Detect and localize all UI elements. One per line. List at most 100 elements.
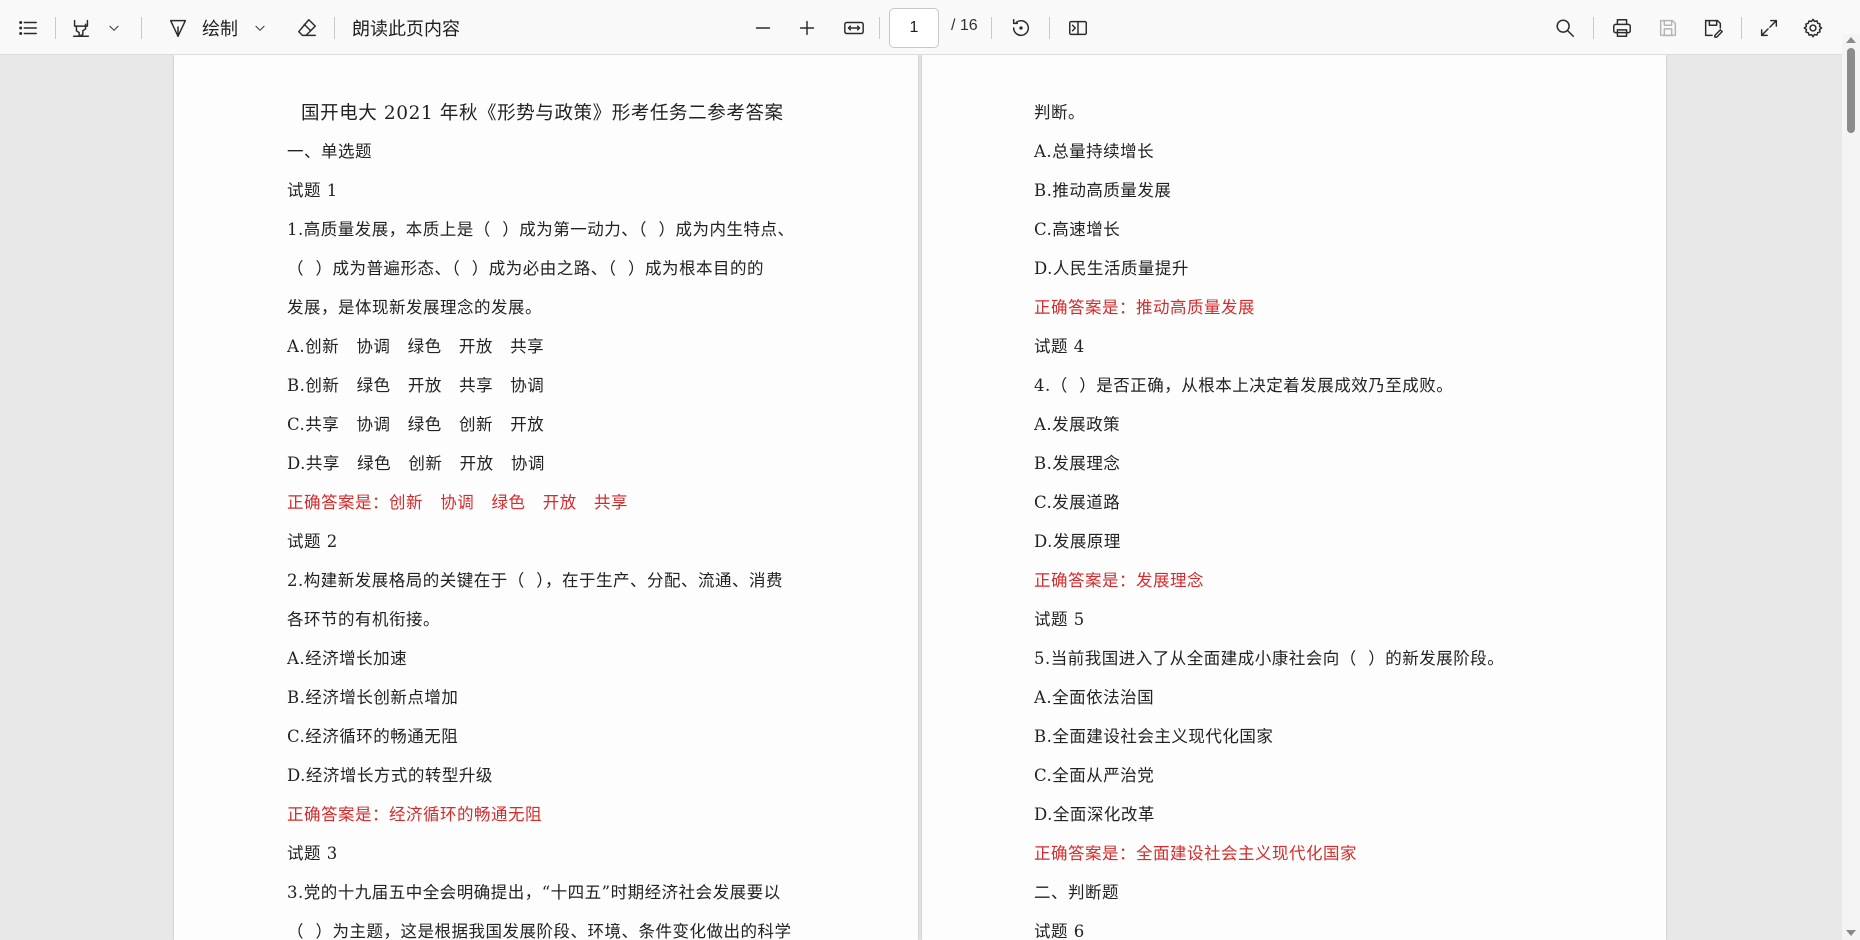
text-line: 试题 3 — [287, 844, 338, 863]
toolbar-divider — [991, 17, 992, 39]
save-as-icon — [1704, 19, 1723, 38]
answer-line: 正确答案是：发展理念 — [1034, 571, 1204, 590]
toolbar-divider — [141, 17, 142, 39]
text-line: C.高速增长 — [1034, 220, 1121, 239]
minus-icon — [755, 27, 771, 29]
highlight-dropdown[interactable] — [104, 10, 124, 46]
text-line: C.共享 协调 绿色 创新 开放 — [287, 415, 545, 434]
toolbar-divider — [879, 17, 880, 39]
text-line: A.全面依法治国 — [1034, 688, 1155, 707]
pen-icon — [169, 19, 187, 37]
text-line: D.人民生活质量提升 — [1034, 259, 1189, 278]
draw-button[interactable]: 绘制 — [200, 10, 240, 46]
text-line: A.总量持续增长 — [1034, 142, 1155, 161]
page-total: / 16 — [951, 17, 978, 34]
answer-line: 正确答案是：全面建设社会主义现代化国家 — [1034, 844, 1357, 863]
text-line: D.发展原理 — [1034, 532, 1121, 551]
rotate-button[interactable] — [1005, 10, 1037, 46]
search-button[interactable] — [1549, 10, 1581, 46]
text-line: 试题 6 — [1034, 922, 1085, 940]
text-line: B.全面建设社会主义现代化国家 — [1034, 727, 1274, 746]
document-title: 国开电大 2021 年秋《形势与政策》形考任务二参考答案 — [301, 103, 784, 124]
scroll-down-arrow-icon[interactable] — [1846, 930, 1856, 936]
text-line: D.全面深化改革 — [1034, 805, 1155, 824]
answer-line: 正确答案是：创新 协调 绿色 开放 共享 — [287, 493, 628, 512]
text-line: 2.构建新发展格局的关键在于（ ），在于生产、分配、流通、消费 — [287, 571, 783, 590]
highlighter-icon — [72, 19, 90, 37]
search-icon — [1556, 19, 1574, 37]
scroll-thumb[interactable] — [1847, 48, 1855, 133]
text-line: 判断。 — [1034, 103, 1085, 122]
zoom-in-button[interactable] — [792, 10, 822, 46]
expand-icon — [1760, 19, 1778, 37]
toolbar-divider — [1741, 17, 1742, 39]
answer-line: 正确答案是：推动高质量发展 — [1034, 298, 1255, 317]
text-line: A.创新 协调 绿色 开放 共享 — [287, 337, 545, 356]
contents-button[interactable] — [12, 10, 44, 46]
text-line: 1.高质量发展，本质上是（ ）成为第一动力、（ ）成为内生特点、 — [287, 220, 795, 239]
highlight-button[interactable] — [66, 10, 96, 46]
draw-dropdown[interactable] — [250, 10, 270, 46]
scroll-up-arrow-icon[interactable] — [1846, 37, 1856, 43]
pdf-toolbar: 绘制 朗读此页内容 1 / 16 — [0, 0, 1860, 55]
list-icon — [19, 21, 37, 35]
two-page-view-icon — [1069, 20, 1087, 36]
text-line: D.经济增长方式的转型升级 — [287, 766, 493, 785]
fit-width-icon — [844, 21, 864, 35]
draw-label: 绘制 — [202, 19, 238, 40]
text-line: 一、单选题 — [287, 142, 372, 161]
page-number-input[interactable]: 1 — [889, 8, 939, 48]
text-line: B.发展理念 — [1034, 454, 1121, 473]
text-line: 试题 4 — [1034, 337, 1085, 356]
text-line: 二、判断题 — [1034, 883, 1119, 902]
text-line: 试题 5 — [1034, 610, 1085, 629]
read-aloud-button[interactable]: 朗读此页内容 — [352, 10, 470, 46]
document-viewer[interactable]: 国开电大 2021 年秋《形势与政策》形考任务二参考答案一、单选题试题 1 1.高… — [0, 55, 1842, 940]
settings-button[interactable] — [1797, 10, 1829, 46]
text-line: B.创新 绿色 开放 共享 协调 — [287, 376, 545, 395]
toolbar-divider — [55, 17, 56, 39]
pdf-page-2: 判断。 A.总量持续增长 B.推动高质量发展 C.高速增长 D.人民生活质量提升 正确答案… — [922, 55, 1666, 940]
text-line: B.推动高质量发展 — [1034, 181, 1172, 200]
text-line: 试题 2 — [287, 532, 338, 551]
text-line: （ ）为主题，这是根据我国发展阶段、环境、条件变化做出的科学 — [287, 922, 792, 940]
draw-button-icon[interactable] — [163, 10, 193, 46]
text-line: C.全面从严治党 — [1034, 766, 1155, 785]
print-button[interactable] — [1606, 10, 1638, 46]
answer-line: 正确答案是：经济循环的畅通无阻 — [287, 805, 542, 824]
toolbar-divider — [1593, 17, 1594, 39]
gear-icon — [1803, 18, 1823, 38]
vertical-scrollbar[interactable] — [1842, 34, 1860, 940]
text-line: B.经济增长创新点增加 — [287, 688, 459, 707]
toolbar-divider — [334, 17, 335, 39]
eraser-icon — [298, 19, 316, 37]
pdf-page-1: 国开电大 2021 年秋《形势与政策》形考任务二参考答案一、单选题试题 1 1.高… — [174, 55, 918, 940]
save-button[interactable] — [1652, 10, 1684, 46]
toolbar-divider — [1049, 17, 1050, 39]
text-line: D.共享 绿色 创新 开放 协调 — [287, 454, 545, 473]
print-icon — [1613, 19, 1631, 37]
fit-width-button[interactable] — [838, 10, 870, 46]
page-view-button[interactable] — [1062, 10, 1094, 46]
rotate-icon — [1012, 19, 1029, 37]
chevron-down-icon — [109, 25, 119, 31]
read-aloud-label: 朗读此页内容 — [352, 19, 460, 40]
text-line: C.经济循环的畅通无阻 — [287, 727, 459, 746]
text-line: 各环节的有机衔接。 — [287, 610, 440, 629]
save-icon — [1659, 19, 1677, 37]
zoom-out-button[interactable] — [748, 10, 778, 46]
text-line: C.发展道路 — [1034, 493, 1121, 512]
text-line: （ ）成为普遍形态、（ ）成为必由之路、（ ）成为根本目的的 — [287, 259, 764, 278]
erase-button[interactable] — [291, 10, 323, 46]
text-line: 4.（ ）是否正确，从根本上决定着发展成效乃至成败。 — [1034, 376, 1454, 395]
fullscreen-button[interactable] — [1753, 10, 1785, 46]
text-line: 5.当前我国进入了从全面建成小康社会向（ ）的新发展阶段。 — [1034, 649, 1505, 668]
text-line: A.发展政策 — [1034, 415, 1121, 434]
text-line: 发展，是体现新发展理念的发展。 — [287, 298, 542, 317]
plus-icon — [799, 20, 815, 36]
text-line: A.经济增长加速 — [287, 649, 408, 668]
text-line: 3.党的十九届五中全会明确提出，“十四五”时期经济社会发展要以 — [287, 883, 781, 902]
text-line: 试题 1 — [287, 181, 338, 200]
chevron-down-icon — [255, 25, 265, 31]
save-as-button[interactable] — [1697, 10, 1729, 46]
